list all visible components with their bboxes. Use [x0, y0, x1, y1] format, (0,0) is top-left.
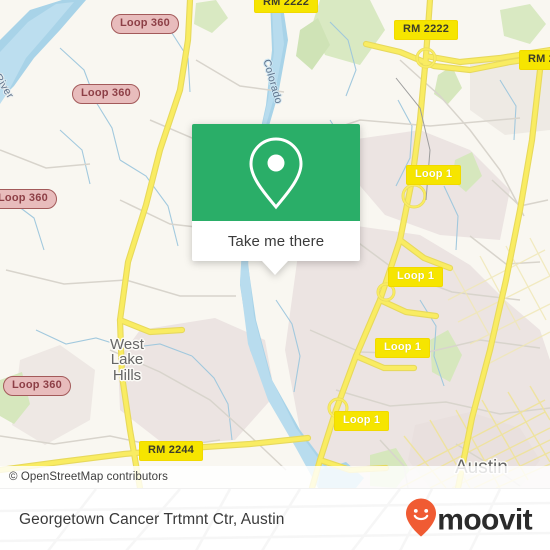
openstreetmap-attribution[interactable]: © OpenStreetMap contributors — [0, 471, 168, 483]
result-footer: Georgetown Cancer Trtmnt Ctr, Austin moo… — [0, 488, 550, 550]
road-shield-loop-1[interactable]: Loop 1 — [406, 165, 462, 185]
road-shield-loop-1[interactable]: Loop 1 — [375, 338, 431, 358]
take-me-there-button[interactable]: Take me there — [228, 233, 324, 250]
map-pin-icon — [246, 135, 306, 211]
map-result-card: Loop 360 Loop 360 Loop 360 Loop 360 RM 2… — [0, 0, 550, 550]
moovit-wordmark: moovit — [437, 503, 532, 536]
map-attribution-bar: © OpenStreetMap contributors — [0, 466, 550, 488]
moovit-logo[interactable]: moovit — [406, 498, 533, 542]
road-shield-rm-2222[interactable]: RM 2222 — [394, 20, 459, 40]
popup-footer[interactable]: Take me there — [192, 221, 360, 275]
popup-header — [192, 124, 360, 221]
place-title: Georgetown Cancer Trtmnt Ctr, Austin — [19, 511, 285, 528]
road-shield-loop-1[interactable]: Loop 1 — [334, 411, 390, 431]
map-canvas[interactable]: Loop 360 Loop 360 Loop 360 Loop 360 RM 2… — [0, 0, 550, 488]
moovit-pin-smiley-icon — [406, 498, 437, 542]
popup-tail-pointer — [262, 261, 288, 275]
road-shield-rm-2244[interactable]: RM 2244 — [139, 441, 204, 461]
road-shield-partial-top[interactable]: RM 2222 — [254, 0, 319, 13]
location-popup-card[interactable]: Take me there — [192, 124, 360, 275]
road-shield-loop-360[interactable]: Loop 360 — [0, 189, 57, 209]
road-shield-loop-360[interactable]: Loop 360 — [111, 14, 179, 34]
road-shield-loop-1[interactable]: Loop 1 — [388, 267, 444, 287]
road-shield-loop-360[interactable]: Loop 360 — [72, 84, 140, 104]
road-shield-loop-360[interactable]: Loop 360 — [3, 376, 71, 396]
road-shield-rm-2222[interactable]: RM 2222 — [519, 50, 550, 70]
